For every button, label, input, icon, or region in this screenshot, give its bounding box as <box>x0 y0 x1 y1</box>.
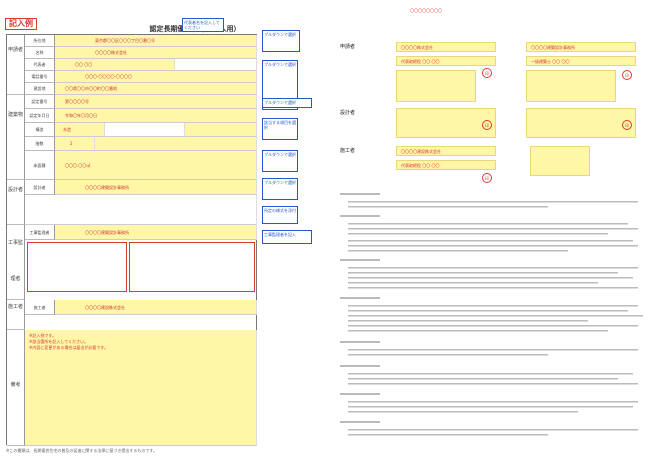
seal-icon: 印 <box>482 120 492 130</box>
seal-icon: 印 <box>482 173 492 183</box>
row-value[interactable]: 第〇〇〇〇号 <box>55 95 257 109</box>
callout: プルダウンで選択 <box>262 98 312 108</box>
note: ※内容に変更がある場合は届出が必要です。 <box>29 345 108 350</box>
row-value[interactable]: 〇〇〇.〇〇㎡ <box>55 151 257 180</box>
fill-cell[interactable] <box>185 123 257 137</box>
row-label: 電話番号 <box>25 71 55 83</box>
section-label-designer: 設計者 <box>7 180 25 225</box>
row-value[interactable]: 〇〇〇〇建築設計事務所 <box>55 180 257 195</box>
row-value[interactable]: 2 <box>55 137 95 151</box>
right-page: 〇〇〇〇〇〇〇〇 申請者 〇〇〇〇株式会社 代表取締役 〇〇 〇〇 印 〇〇〇〇… <box>330 8 655 456</box>
fill-cell[interactable] <box>95 137 257 151</box>
signer-detail[interactable] <box>396 70 476 102</box>
blank-cell <box>175 59 257 71</box>
section-label-remarks: 備考 <box>7 330 25 446</box>
seal-icon: 印 <box>482 68 492 78</box>
section-label-applicant: 申請者 <box>7 35 25 95</box>
callout: プルダウンで選択 <box>262 150 298 172</box>
note: ※該当箇所を記入してください。 <box>29 339 89 344</box>
row-label: 認定年月日 <box>25 109 55 123</box>
note: ※記入例です。 <box>29 333 56 338</box>
instructions-text <box>340 193 645 443</box>
row-label: 施工者 <box>25 300 55 315</box>
row-value[interactable]: 東京都〇〇区〇〇〇丁目〇番〇号 <box>55 35 257 47</box>
page-header: 〇〇〇〇〇〇〇〇 <box>410 8 442 13</box>
supervisor-checkbox-group <box>27 242 127 292</box>
row-label: 構造 <box>25 123 55 137</box>
signer-name[interactable]: 〇〇〇〇建設株式会社 <box>396 146 496 156</box>
signer-label: 申請者 <box>340 44 356 50</box>
callout: 所定の様式を添付 <box>262 206 298 224</box>
row-label: 代表者 <box>25 59 55 71</box>
supervisor-detail-group <box>129 242 255 292</box>
row-value[interactable]: 〇〇県〇〇市〇〇町〇〇番地 <box>55 83 257 95</box>
row-value[interactable]: 木造 <box>55 123 105 137</box>
signer-block[interactable] <box>530 146 590 176</box>
signer-name[interactable]: 〇〇〇〇建築設計事務所 <box>526 42 636 52</box>
row-value[interactable]: 〇〇 〇〇 <box>55 59 175 71</box>
signer-rep[interactable]: 一級建築士 〇〇 〇〇 <box>526 56 636 66</box>
row-label: 建設地 <box>25 83 55 95</box>
row-label: 認定番号 <box>25 95 55 109</box>
row-label: 所在地 <box>25 35 55 47</box>
signer-detail[interactable] <box>526 70 616 102</box>
blank-cell <box>105 123 185 137</box>
signer-rep[interactable]: 代表取締役 〇〇 〇〇 <box>396 56 496 66</box>
seal-icon: 印 <box>622 70 632 80</box>
row-value[interactable]: 〇〇〇〇株式会社 <box>55 47 257 59</box>
signer-block[interactable] <box>396 108 496 138</box>
signer-name[interactable]: 〇〇〇〇株式会社 <box>396 42 496 52</box>
row-label: 工事監理者 <box>25 225 55 240</box>
blank-cell <box>25 195 257 225</box>
section-label-building: 建築物 <box>7 95 25 180</box>
callout: 該当する項目を選択 <box>262 118 298 140</box>
form-footer: ※この書類は、長期優良住宅の普及の促進に関する法律に基づき提出するものです。 <box>6 448 157 453</box>
callout: 代表者名を記入してください <box>182 18 224 32</box>
callout: プルダウンで選択 <box>262 30 300 52</box>
row-value[interactable]: 〇〇〇〇建築設計事務所 <box>55 225 257 240</box>
signer-label: 設計者 <box>340 110 356 116</box>
row-label: 床面積 <box>25 151 55 180</box>
row-value[interactable]: 令和〇年〇月〇日 <box>55 109 257 123</box>
seal-icon: 印 <box>622 120 632 130</box>
page: 記入例 認定長期優良住宅（法人用） 申請者 建築物 設計者 工事監理者 施工者 … <box>0 0 662 460</box>
callout: プルダウンで選択 <box>262 178 298 200</box>
left-form: 申請者 建築物 設計者 工事監理者 施工者 備考 所在地 東京都〇〇区〇〇〇丁目… <box>6 34 257 446</box>
callout: 工事監理者を記入 <box>262 230 312 244</box>
section-label-builder: 施工者 <box>7 300 25 330</box>
text-lines <box>340 193 643 436</box>
row-value[interactable]: 〇〇〇〇建設株式会社 <box>55 300 257 315</box>
signer-label: 施工者 <box>340 148 356 154</box>
row-label: 階数 <box>25 137 55 151</box>
signer-rep[interactable]: 代表取締役 〇〇 〇〇 <box>396 160 496 170</box>
row-label: 設計者 <box>25 180 55 195</box>
row-label: 名称 <box>25 47 55 59</box>
section-label-supervisor: 工事監理者 <box>7 225 25 300</box>
row-value[interactable]: 〇〇〇-〇〇〇〇-〇〇〇〇 <box>55 71 257 83</box>
signer-block[interactable] <box>526 108 636 138</box>
sample-badge: 記入例 <box>5 18 37 30</box>
